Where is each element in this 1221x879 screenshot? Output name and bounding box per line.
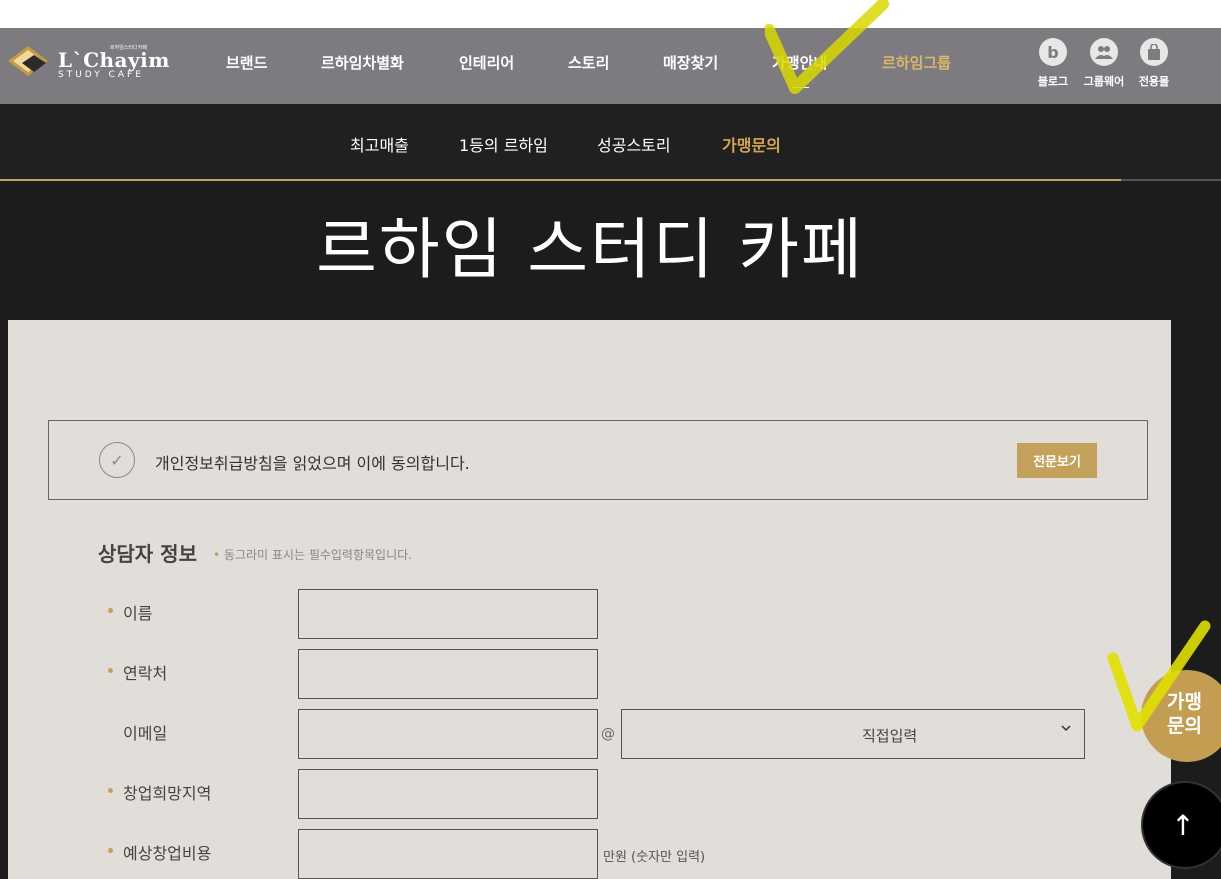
subnav-franchise-inquiry[interactable]: 가맹문의 xyxy=(722,132,781,156)
email-at-sign: @ xyxy=(601,726,615,742)
budget-label: 예상창업비용 xyxy=(123,844,212,863)
arrow-up-icon: ↑ xyxy=(1171,808,1195,842)
groupware-label: 그룹웨어 xyxy=(1083,75,1125,88)
blog-label: 블로그 xyxy=(1037,75,1069,88)
phone-input[interactable] xyxy=(298,649,598,699)
nav-brand[interactable]: 브랜드 xyxy=(226,52,267,73)
email-id-input[interactable] xyxy=(298,709,598,759)
budget-unit: 만원 (숫자만 입력) xyxy=(603,850,706,865)
email-domain-select[interactable]: 직접입력 xyxy=(850,709,1085,759)
hero-title: 르하임 스터디 카페 xyxy=(316,211,864,288)
logo-text: L`Chayim xyxy=(58,48,170,72)
nav-active-underline xyxy=(793,87,809,88)
email-domain-input[interactable] xyxy=(621,709,851,759)
blog-icon: b xyxy=(1039,38,1067,66)
blog-link[interactable]: b 블로그 xyxy=(1030,38,1076,89)
section-title: 상담자 정보 xyxy=(98,542,197,566)
subnav-top-sales[interactable]: 최고매출 xyxy=(350,132,409,156)
name-label: 이름 xyxy=(123,604,153,623)
section-note-text: 동그라미 표시는 필수입력항목입니다. xyxy=(223,548,412,562)
required-bullet xyxy=(108,668,113,673)
budget-input[interactable] xyxy=(298,829,598,879)
floating-inquiry-line1: 가맹 xyxy=(1167,691,1202,713)
groupware-icon xyxy=(1090,38,1118,66)
nav-interior[interactable]: 인테리어 xyxy=(459,52,514,73)
email-label: 이메일 xyxy=(123,724,168,743)
agree-text: 개인정보취급방침을 읽었으며 이에 동의합니다. xyxy=(155,454,470,473)
nav-group[interactable]: 르하임그룹 xyxy=(882,52,951,73)
inquiry-form-panel: ✓ 개인정보취급방침을 읽었으며 이에 동의합니다. 전문보기 상담자 정보 •… xyxy=(8,320,1171,879)
sub-navigation-bar: 최고매출 1등의 르하임 성공스토리 가맹문의 xyxy=(0,104,1221,181)
scroll-to-top-button[interactable]: ↑ xyxy=(1141,781,1221,869)
nav-story[interactable]: 스토리 xyxy=(568,52,609,73)
view-full-text-button[interactable]: 전문보기 xyxy=(1017,443,1097,478)
nav-franchise-info[interactable]: 가맹안내 xyxy=(772,52,827,73)
email-domain-select-value: 직접입력 xyxy=(862,727,918,745)
checkmark-icon: ✓ xyxy=(110,450,124,470)
shop-link[interactable]: 전용몰 xyxy=(1131,38,1177,89)
subnav-success-story[interactable]: 성공스토리 xyxy=(597,132,671,156)
groupware-link[interactable]: 그룹웨어 xyxy=(1081,38,1127,89)
floating-inquiry-line2: 문의 xyxy=(1167,715,1202,737)
region-label: 창업희망지역 xyxy=(123,784,212,803)
top-navigation-bar: 르하임스터디카페 L`Chayim STUDY CAFE 브랜드 르하임차별화 … xyxy=(0,28,1221,104)
nav-differentiation[interactable]: 르하임차별화 xyxy=(321,52,404,73)
chevron-down-icon xyxy=(1060,722,1072,738)
subnav-number-one[interactable]: 1등의 르하임 xyxy=(459,132,548,156)
required-bullet xyxy=(108,788,113,793)
nav-store-finder[interactable]: 매장찾기 xyxy=(663,52,718,73)
region-input[interactable] xyxy=(298,769,598,819)
required-bullet xyxy=(108,848,113,853)
brand-logo[interactable]: 르하임스터디카페 L`Chayim STUDY CAFE xyxy=(8,42,169,82)
agree-checkbox[interactable]: ✓ xyxy=(99,442,135,478)
shop-label: 전용몰 xyxy=(1138,75,1170,88)
shopping-bag-icon xyxy=(1140,38,1168,66)
privacy-agreement-box: ✓ 개인정보취급방침을 읽었으며 이에 동의합니다. 전문보기 xyxy=(48,420,1148,500)
phone-label: 연락처 xyxy=(123,664,168,683)
logo-diamond-icon xyxy=(8,46,48,76)
logo-subtext: STUDY CAFE xyxy=(58,70,144,80)
section-note: • 동그라미 표시는 필수입력항목입니다. xyxy=(213,548,412,562)
name-input[interactable] xyxy=(298,589,598,639)
required-bullet xyxy=(108,608,113,613)
